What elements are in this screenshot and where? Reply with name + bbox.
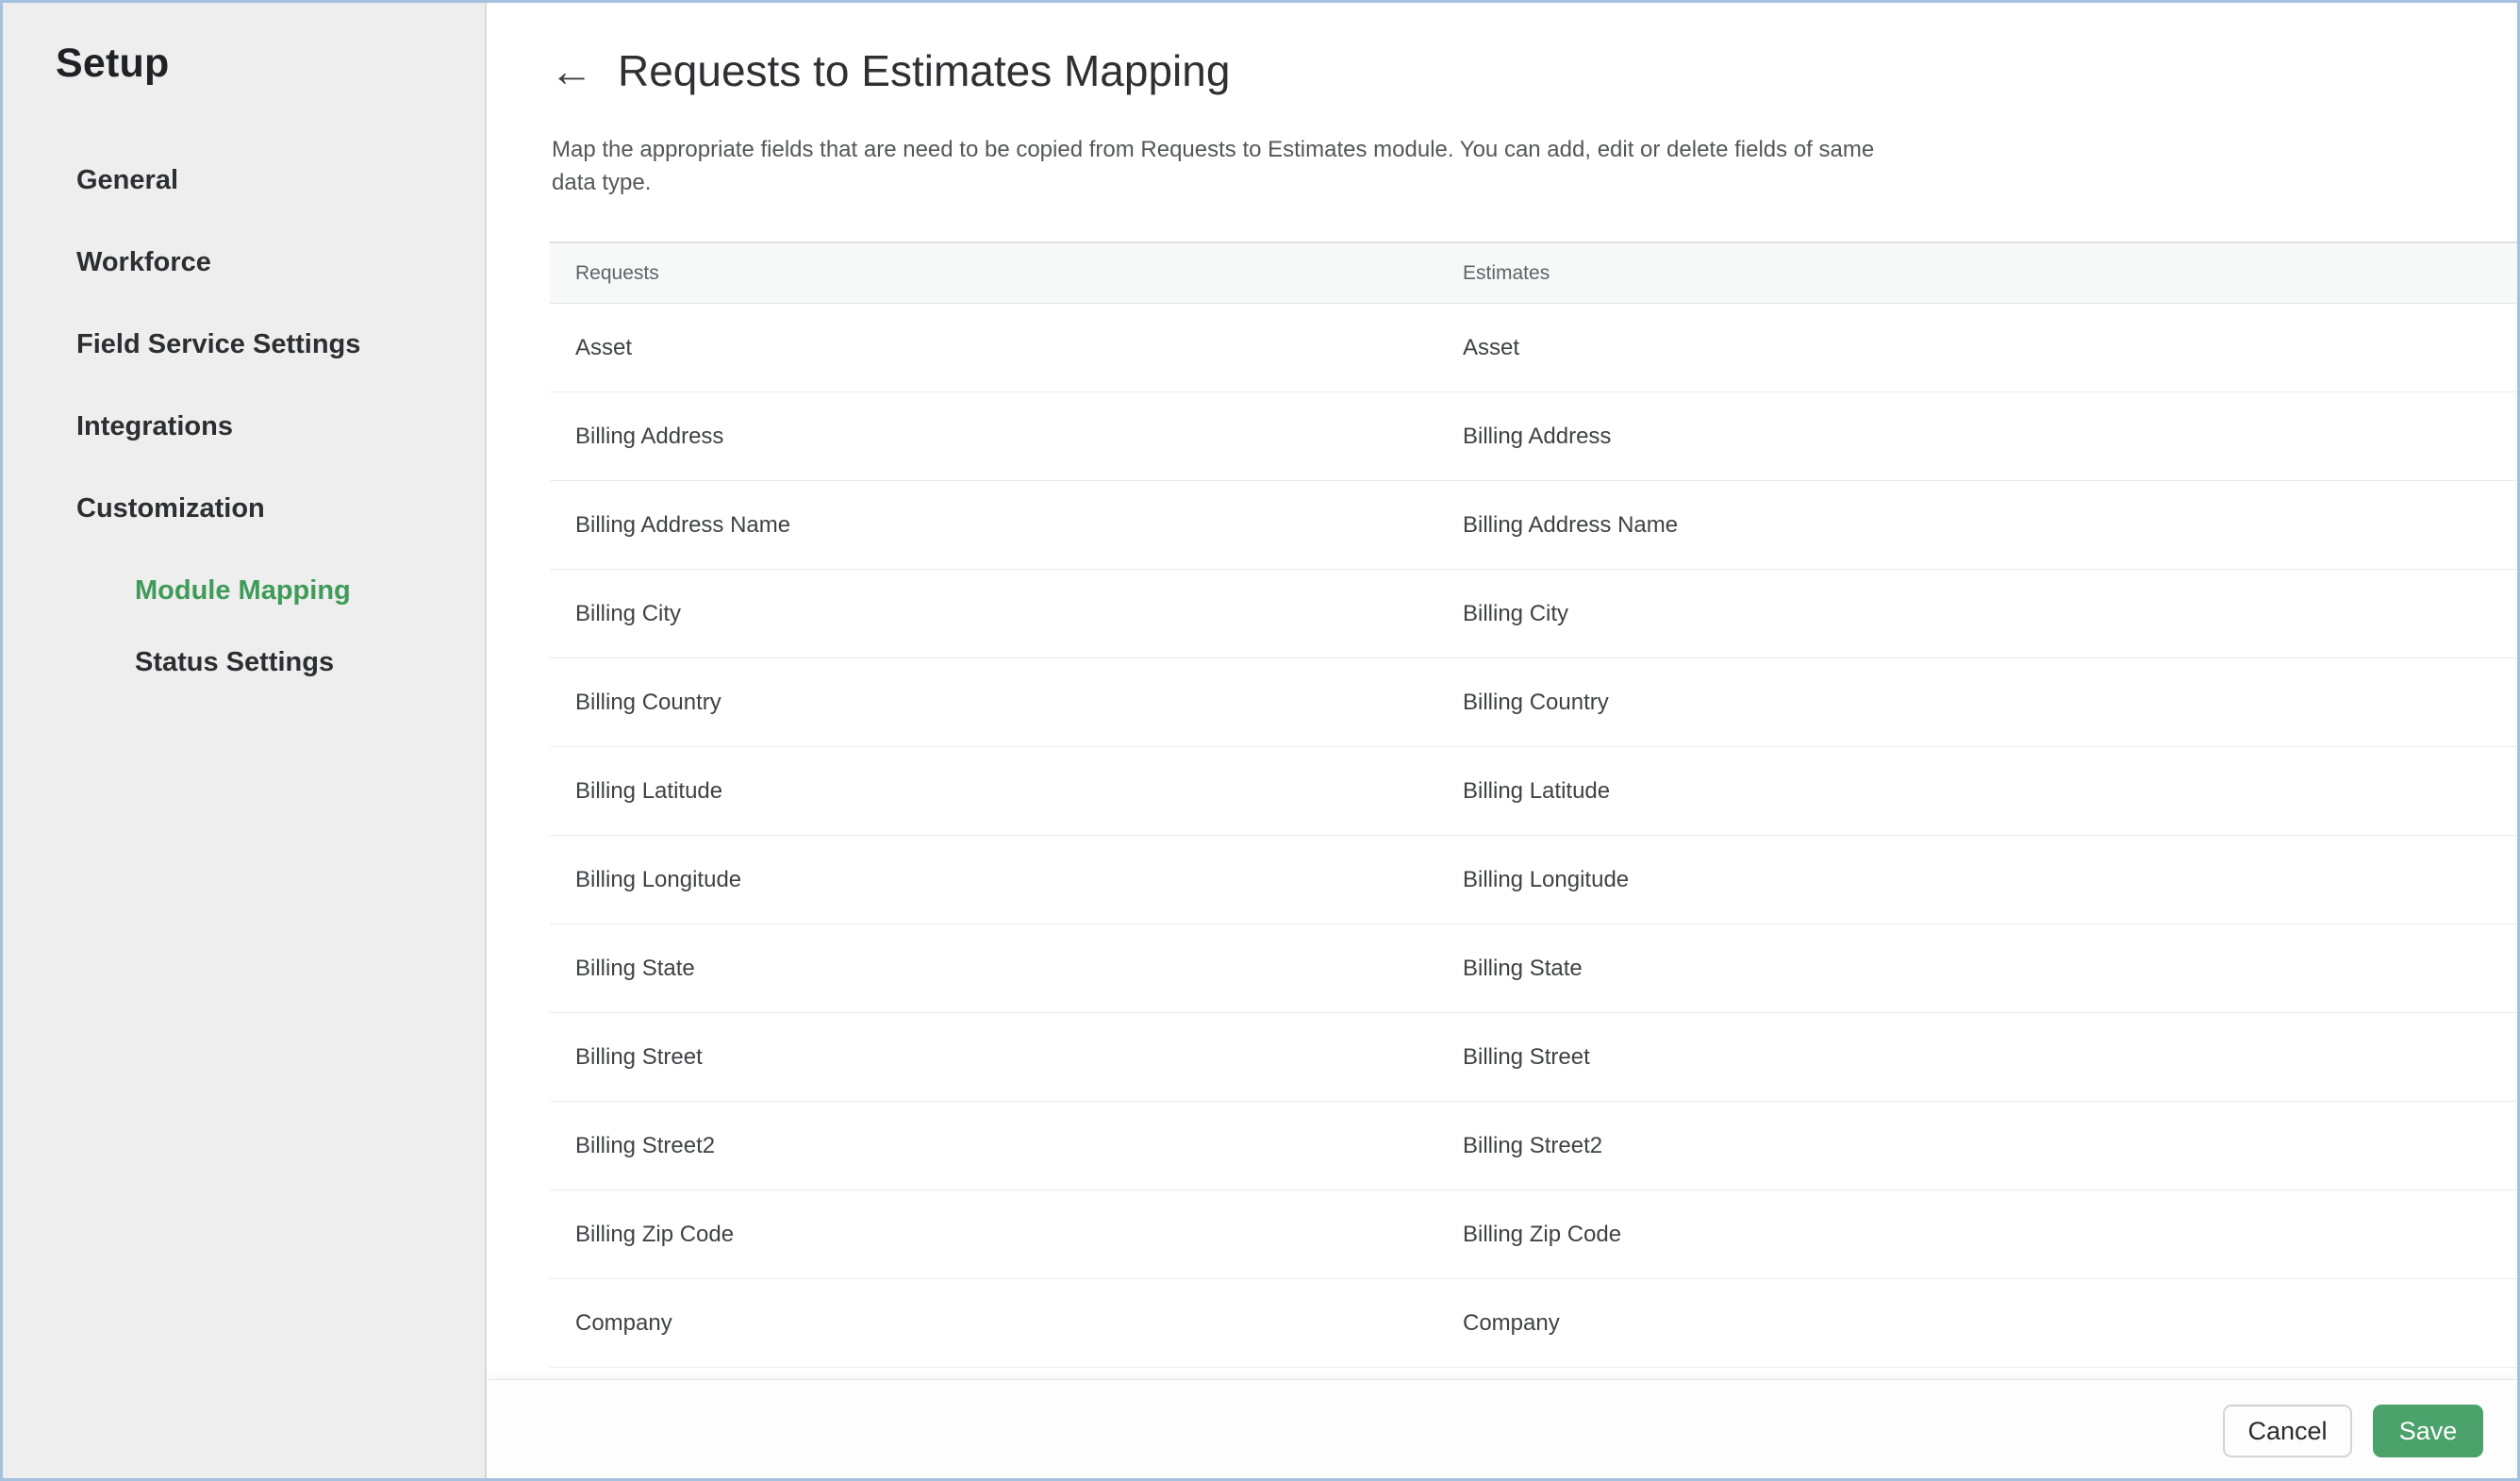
mapping-table-header: Requests Estimates <box>550 241 2517 304</box>
request-field-cell: Billing Country <box>575 689 721 715</box>
main-content: ← Requests to Estimates Mapping Map the … <box>489 3 2517 1478</box>
request-field-cell: Company <box>575 1309 672 1336</box>
back-arrow-icon[interactable]: ← <box>550 44 593 97</box>
table-row[interactable]: Billing Address Name Billing Address Name <box>550 481 2517 570</box>
estimate-field-cell: Billing State <box>1463 955 1583 981</box>
sidebar-item-customization[interactable]: Customization <box>3 490 485 527</box>
estimate-field-cell: Billing Street <box>1463 1043 1590 1070</box>
estimate-field-cell: Billing Street2 <box>1463 1132 1603 1158</box>
page-description: Map the appropriate fields that are need… <box>552 137 1875 195</box>
request-field-cell: Billing Address Name <box>575 511 791 538</box>
estimate-field-cell: Billing Address Name <box>1463 511 1679 538</box>
table-row[interactable]: Billing Country Billing Country <box>550 658 2517 747</box>
sidebar-item-integrations[interactable]: Integrations <box>3 408 485 445</box>
request-field-cell: Billing Address <box>575 423 724 449</box>
request-field-cell: Billing Longitude <box>575 866 742 892</box>
cancel-button[interactable]: Cancel <box>2223 1405 2352 1457</box>
table-row[interactable]: Billing Latitude Billing Latitude <box>550 747 2517 836</box>
setup-sidebar: Setup General Workforce Field Service Sett… <box>3 3 487 1478</box>
footer-bar: Cancel Save <box>489 1379 2517 1478</box>
column-header-requests: Requests <box>575 261 659 284</box>
sidebar-item-workforce[interactable]: Workforce <box>3 243 485 281</box>
estimate-field-cell: Billing Country <box>1463 689 1609 715</box>
estimate-field-cell: Billing Latitude <box>1463 777 1611 804</box>
mapping-table: Requests Estimates Asset Asset Billing Add… <box>550 241 2517 1376</box>
request-field-cell: Asset <box>575 334 633 360</box>
estimate-field-cell: Billing Address <box>1463 423 1612 449</box>
estimate-field-cell: Billing Zip Code <box>1463 1221 1622 1247</box>
request-field-cell: Billing Street <box>575 1043 703 1070</box>
mapping-table-body: Asset Asset Billing Address Billing Address… <box>550 304 2517 1368</box>
request-field-cell: Billing City <box>575 600 682 626</box>
estimate-field-cell: Billing Longitude <box>1463 866 1630 892</box>
save-button[interactable]: Save <box>2373 1405 2483 1457</box>
table-row[interactable]: Billing Address Billing Address <box>550 392 2517 481</box>
table-row[interactable]: Billing Street Billing Street <box>550 1013 2517 1102</box>
sidebar-item-status-settings[interactable]: Status Settings <box>3 643 485 681</box>
table-row[interactable]: Asset Asset <box>550 304 2517 392</box>
table-row[interactable]: Company Company <box>550 1279 2517 1368</box>
table-row[interactable]: Billing State Billing State <box>550 924 2517 1013</box>
page-title: Requests to Estimates Mapping <box>618 46 1231 95</box>
request-field-cell: Billing Street2 <box>575 1132 716 1158</box>
table-row[interactable]: Billing Street2 Billing Street2 <box>550 1102 2517 1190</box>
table-row[interactable]: Billing City Billing City <box>550 570 2517 658</box>
sidebar-item-general[interactable]: General <box>3 161 485 199</box>
estimate-field-cell: Company <box>1463 1309 1560 1336</box>
page-header: ← Requests to Estimates Mapping <box>550 44 1230 97</box>
column-header-estimates: Estimates <box>1463 261 1550 284</box>
app-window: Setup General Workforce Field Service Sett… <box>0 0 2520 1481</box>
sidebar-nav: General Workforce Field Service Settings In… <box>3 161 485 715</box>
request-field-cell: Billing Zip Code <box>575 1221 735 1247</box>
request-field-cell: Billing Latitude <box>575 777 723 804</box>
estimate-field-cell: Asset <box>1463 334 1520 360</box>
sidebar-item-module-mapping[interactable]: Module Mapping <box>3 572 485 609</box>
table-row[interactable]: Billing Zip Code Billing Zip Code <box>550 1190 2517 1279</box>
sidebar-title: Setup <box>56 41 170 86</box>
request-field-cell: Billing State <box>575 955 695 981</box>
table-row[interactable]: Billing Longitude Billing Longitude <box>550 836 2517 924</box>
estimate-field-cell: Billing City <box>1463 600 1569 626</box>
sidebar-item-field-service-settings[interactable]: Field Service Settings <box>3 325 485 363</box>
